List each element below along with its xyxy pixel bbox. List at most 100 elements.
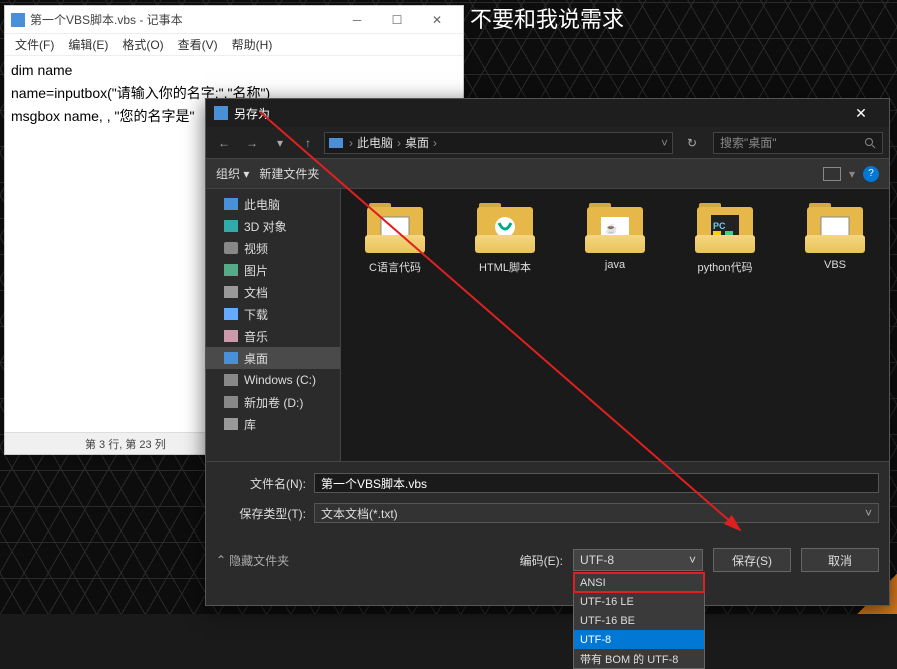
dialog-form: 文件名(N): 保存类型(T): 文本文档(*.txt)˅	[206, 461, 889, 538]
img-icon	[224, 264, 238, 276]
encoding-label: 编码(E):	[520, 552, 563, 569]
sidebar-item-1[interactable]: 3D 对象	[206, 215, 340, 237]
sidebar-item-0[interactable]: 此电脑	[206, 193, 340, 215]
doc-icon	[224, 286, 238, 298]
folder-icon: ☕	[585, 203, 645, 253]
minimize-button[interactable]: ─	[337, 8, 377, 32]
sidebar-item-3[interactable]: 图片	[206, 259, 340, 281]
sidebar-item-label: 桌面	[244, 350, 268, 367]
svg-text:PC: PC	[713, 221, 726, 231]
encoding-option-带有-BOM-的-UTF-8[interactable]: 带有 BOM 的 UTF-8	[574, 649, 704, 668]
sidebar-item-8[interactable]: Windows (C:)	[206, 369, 340, 391]
sidebar-item-label: Windows (C:)	[244, 373, 316, 387]
menu-view[interactable]: 查看(V)	[172, 34, 224, 55]
folder-icon	[365, 203, 425, 253]
menu-file[interactable]: 文件(F)	[9, 34, 60, 55]
address-bar[interactable]: › 此电脑 › 桌面 › ˅	[324, 132, 673, 154]
dialog-actions: ⌃ 隐藏文件夹 编码(E): UTF-8˅ ANSIUTF-16 LEUTF-1…	[206, 538, 889, 582]
help-button[interactable]: ?	[863, 166, 879, 182]
sidebar-item-label: 音乐	[244, 328, 268, 345]
dialog-navbar: ← → ▾ ↑ › 此电脑 › 桌面 › ˅ ↻ 搜索"桌面"	[206, 127, 889, 159]
breadcrumb-pc[interactable]: 此电脑	[357, 134, 393, 151]
notepad-titlebar[interactable]: 第一个VBS脚本.vbs - 记事本 ─ ☐ ✕	[5, 6, 463, 34]
new-folder-button[interactable]: 新建文件夹	[259, 165, 319, 182]
sidebar-item-label: 文档	[244, 284, 268, 301]
cube-icon	[224, 220, 238, 232]
search-placeholder: 搜索"桌面"	[720, 134, 777, 151]
view-dropdown-icon[interactable]: ▾	[849, 167, 855, 181]
filename-input[interactable]	[314, 473, 879, 493]
sidebar-item-6[interactable]: 音乐	[206, 325, 340, 347]
menu-help[interactable]: 帮助(H)	[226, 34, 279, 55]
pc-icon	[329, 138, 343, 148]
encoding-option-UTF-16-LE[interactable]: UTF-16 LE	[574, 592, 704, 611]
notepad-icon	[11, 13, 25, 27]
dialog-title: 另存为	[234, 105, 841, 122]
folder-label: C语言代码	[369, 259, 421, 275]
folder-HTML脚本[interactable]: HTML脚本	[465, 203, 545, 275]
filetype-select[interactable]: 文本文档(*.txt)˅	[314, 503, 879, 523]
cancel-button[interactable]: 取消	[801, 548, 879, 572]
sidebar-item-label: 此电脑	[244, 196, 280, 213]
save-button[interactable]: 保存(S)	[713, 548, 791, 572]
sidebar-item-label: 图片	[244, 262, 268, 279]
folder-java[interactable]: ☕ java	[575, 203, 655, 271]
pc-icon	[224, 198, 238, 210]
svg-text:☕: ☕	[605, 222, 617, 235]
notepad-menubar: 文件(F) 编辑(E) 格式(O) 查看(V) 帮助(H)	[5, 34, 463, 56]
encoding-option-UTF-8[interactable]: UTF-8	[574, 630, 704, 649]
sidebar-item-label: 新加卷 (D:)	[244, 394, 303, 411]
sidebar-item-7[interactable]: 桌面	[206, 347, 340, 369]
dialog-toolbar: 组织 ▾ 新建文件夹 ▾ ?	[206, 159, 889, 189]
sidebar-item-9[interactable]: 新加卷 (D:)	[206, 391, 340, 413]
encoding-dropdown: ANSIUTF-16 LEUTF-16 BEUTF-8带有 BOM 的 UTF-…	[573, 572, 705, 669]
nav-back-button[interactable]: ←	[212, 131, 236, 155]
save-as-dialog: 另存为 ✕ ← → ▾ ↑ › 此电脑 › 桌面 › ˅ ↻ 搜索"桌面" 组织…	[205, 98, 890, 606]
sidebar-item-label: 库	[244, 416, 256, 433]
sidebar-item-4[interactable]: 文档	[206, 281, 340, 303]
encoding-select[interactable]: UTF-8˅ ANSIUTF-16 LEUTF-16 BEUTF-8带有 BOM…	[573, 549, 703, 571]
search-input[interactable]: 搜索"桌面"	[713, 132, 883, 154]
organize-button[interactable]: 组织 ▾	[216, 165, 249, 182]
folder-label: java	[605, 259, 625, 271]
sidebar-item-10[interactable]: 库	[206, 413, 340, 435]
menu-edit[interactable]: 编辑(E)	[62, 34, 114, 55]
filetype-label: 保存类型(T):	[216, 505, 306, 522]
folder-label: VBS	[824, 259, 846, 271]
folder-label: HTML脚本	[479, 259, 531, 275]
dialog-titlebar[interactable]: 另存为 ✕	[206, 99, 889, 127]
folder-C语言代码[interactable]: C语言代码	[355, 203, 435, 275]
address-dropdown-icon[interactable]: ˅	[661, 136, 668, 150]
vid-icon	[224, 242, 238, 254]
folder-icon	[475, 203, 535, 253]
dialog-close-button[interactable]: ✕	[841, 99, 881, 127]
nav-forward-button[interactable]: →	[240, 131, 264, 155]
breadcrumb-desktop[interactable]: 桌面	[405, 134, 429, 151]
sidebar-item-label: 下载	[244, 306, 268, 323]
doc-icon	[224, 418, 238, 430]
sidebar-item-5[interactable]: 下载	[206, 303, 340, 325]
maximize-button[interactable]: ☐	[377, 8, 417, 32]
drive-icon	[224, 374, 238, 386]
menu-format[interactable]: 格式(O)	[116, 34, 169, 55]
desk-icon	[224, 352, 238, 364]
sidebar-item-label: 视频	[244, 240, 268, 257]
hide-folders-link[interactable]: ⌃ 隐藏文件夹	[216, 552, 289, 569]
folder-icon	[805, 203, 865, 253]
file-list-area[interactable]: C语言代码 HTML脚本 ☕ java PC python代码 VBS	[341, 189, 889, 461]
drive-icon	[224, 396, 238, 408]
notepad-title: 第一个VBS脚本.vbs - 记事本	[30, 11, 337, 28]
close-button[interactable]: ✕	[417, 8, 457, 32]
nav-up-button[interactable]: ↑	[296, 131, 320, 155]
sidebar-item-2[interactable]: 视频	[206, 237, 340, 259]
nav-dropdown-icon[interactable]: ▾	[268, 131, 292, 155]
folder-icon: PC	[695, 203, 755, 253]
view-mode-button[interactable]	[823, 167, 841, 181]
refresh-button[interactable]: ↻	[681, 132, 703, 154]
folder-label: python代码	[697, 259, 752, 275]
folder-python代码[interactable]: PC python代码	[685, 203, 765, 275]
sidebar-item-label: 3D 对象	[244, 218, 287, 235]
overlay-text: 不要和我说需求	[470, 2, 624, 34]
encoding-option-ANSI[interactable]: ANSI	[574, 573, 704, 592]
folder-VBS[interactable]: VBS	[795, 203, 875, 271]
